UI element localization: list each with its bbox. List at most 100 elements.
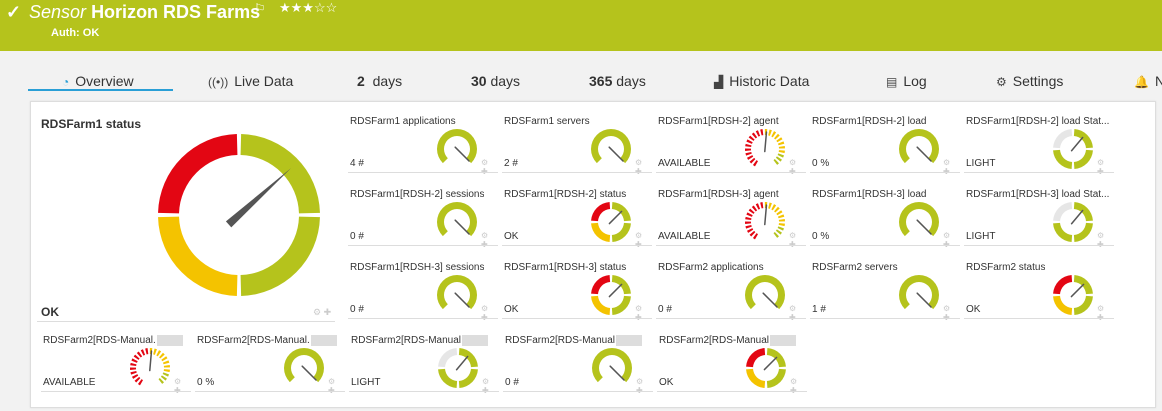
small-gauge <box>591 202 631 242</box>
gauge-tile-value: 0 # <box>658 304 672 315</box>
tab-2-days[interactable]: 2 days <box>357 73 402 89</box>
gauge-tile-value: 1 # <box>812 304 826 315</box>
main-gauge-tools-icon[interactable]: ⚙ ✚ <box>313 307 331 318</box>
gauge-tile-tools-icon[interactable]: ⚙ ✚ <box>481 231 493 249</box>
gauge-tile-label: RDSFarm2 applications <box>658 262 764 273</box>
gauge-tile-tools-icon[interactable]: ⚙ ✚ <box>635 231 647 249</box>
main-gauge-title: RDSFarm1 status <box>41 117 142 131</box>
gauge-tile[interactable]: RDSFarm1[RDSH-3] sessions 0 # ⚙ ✚ <box>348 262 498 322</box>
small-gauge <box>437 275 477 310</box>
tab-log[interactable]: ▤ Log <box>886 73 927 89</box>
gauge-tile[interactable]: RDSFarm1[RDSH-2] agent AVAILABLE ⚙ ✚ <box>656 116 806 176</box>
tab-notifications[interactable]: 🔔 N <box>1134 73 1162 89</box>
sensor-title: Sensor Horizon RDS Farms <box>29 2 261 22</box>
gauge-tile-label-text: RDSFarm1[RDSH-3] status <box>504 262 627 273</box>
gauge-tile-label-text: RDSFarm1[RDSH-3] load <box>812 189 927 200</box>
bell-icon: 🔔 <box>1134 75 1149 89</box>
gauge-tile-divider <box>502 318 652 319</box>
small-gauge <box>745 129 785 167</box>
gauge-tile-tools-icon[interactable]: ⚙ ✚ <box>943 231 955 249</box>
main-gauge-divider <box>37 321 335 322</box>
gauge-tile[interactable]: RDSFarm2[RDS-Manual LIGHT ⚙ ✚ <box>349 335 499 395</box>
priority-stars[interactable]: ★★★☆☆ <box>279 0 337 16</box>
gauge-tile-divider <box>348 318 498 319</box>
gauge-tile-value: LIGHT <box>351 377 381 388</box>
gauge-tile-divider <box>502 172 652 173</box>
small-gauge <box>899 129 939 164</box>
gauge-tile-tools-icon[interactable]: ⚙ ✚ <box>1097 158 1109 176</box>
gauge-tile-tools-icon[interactable]: ⚙ ✚ <box>635 158 647 176</box>
gauge-tile[interactable]: RDSFarm1[RDSH-2] status OK ⚙ ✚ <box>502 189 652 249</box>
gauge-tile-value: 0 # <box>350 304 364 315</box>
gauge-tile-divider <box>503 391 653 392</box>
gauge-tile-tools-icon[interactable]: ⚙ ✚ <box>1097 231 1109 249</box>
tab-settings[interactable]: ⚙ Settings <box>996 73 1063 89</box>
small-gauge <box>591 275 631 315</box>
main-status-gauge[interactable] <box>157 133 321 297</box>
gauge-tile-tools-icon[interactable]: ⚙ ✚ <box>943 304 955 322</box>
gauge-tile-tools-icon[interactable]: ⚙ ✚ <box>943 158 955 176</box>
small-gauge <box>284 348 324 383</box>
gauge-tile-label-text: RDSFarm1[RDSH-2] agent <box>658 116 779 127</box>
gauge-tile-tools-icon[interactable]: ⚙ ✚ <box>790 377 802 395</box>
gauge-tile-tools-icon[interactable]: ⚙ ✚ <box>174 377 186 395</box>
gauge-tile[interactable]: RDSFarm2[RDS-Manual. 0 % ⚙ ✚ <box>195 335 345 395</box>
gauge-tile-tools-icon[interactable]: ⚙ ✚ <box>789 231 801 249</box>
gauge-tile-value: AVAILABLE <box>658 158 711 169</box>
gauge-tile[interactable]: RDSFarm1 servers 2 # ⚙ ✚ <box>502 116 652 176</box>
gauge-tile-label-text: RDSFarm1[RDSH-2] status <box>504 189 627 200</box>
gauge-tile-divider <box>964 318 1114 319</box>
small-gauge <box>899 202 939 237</box>
gauge-tile-value: LIGHT <box>966 158 996 169</box>
gauge-tile[interactable]: RDSFarm1 applications 4 # ⚙ ✚ <box>348 116 498 176</box>
gauge-tile[interactable]: RDSFarm2 applications 0 # ⚙ ✚ <box>656 262 806 322</box>
gauge-tile-label: RDSFarm1[RDSH-3] agent <box>658 189 779 200</box>
gauge-tile-tools-icon[interactable]: ⚙ ✚ <box>481 158 493 176</box>
gauge-tile-label: RDSFarm2 status <box>966 262 1045 273</box>
tab-30-days[interactable]: 30 days <box>471 73 520 89</box>
gauge-tile-divider <box>502 245 652 246</box>
gauge-tile[interactable]: RDSFarm1[RDSH-3] load Stat... LIGHT ⚙ ✚ <box>964 189 1114 249</box>
gauge-tile-label-text: RDSFarm2 servers <box>812 262 898 273</box>
small-gauge <box>437 129 477 164</box>
chart-icon: ▟ <box>714 75 724 89</box>
gauge-tile-label: RDSFarm1[RDSH-3] sessions <box>350 262 484 273</box>
gauge-tile[interactable]: RDSFarm2[RDS-Manual OK ⚙ ✚ <box>657 335 807 395</box>
gauge-tile-label: RDSFarm1[RDSH-2] sessions <box>350 189 484 200</box>
gauge-tile-label-text: RDSFarm1[RDSH-2] load <box>812 116 927 127</box>
gauge-tile[interactable]: RDSFarm1[RDSH-2] sessions 0 # ⚙ ✚ <box>348 189 498 249</box>
gauge-tile[interactable]: RDSFarm2 servers 1 # ⚙ ✚ <box>810 262 960 322</box>
gauge-tile-label-text: RDSFarm1 servers <box>504 116 590 127</box>
gauge-tile[interactable]: RDSFarm2[RDS-Manual. AVAILABLE ⚙ ✚ <box>41 335 191 395</box>
gauge-tile-divider <box>656 172 806 173</box>
tab-live-data[interactable]: ((•)) Live Data <box>208 73 293 89</box>
gauge-tile-tools-icon[interactable]: ⚙ ✚ <box>482 377 494 395</box>
gauge-tile-tools-icon[interactable]: ⚙ ✚ <box>481 304 493 322</box>
gauge-tile-value: 0 # <box>505 377 519 388</box>
gauge-tile-tools-icon[interactable]: ⚙ ✚ <box>636 377 648 395</box>
gauge-tile[interactable]: RDSFarm1[RDSH-2] load 0 % ⚙ ✚ <box>810 116 960 176</box>
gauge-tile-tools-icon[interactable]: ⚙ ✚ <box>635 304 647 322</box>
gauge-tile-label-text: RDSFarm2[RDS-Manual. <box>197 335 310 347</box>
gauge-tile-tools-icon[interactable]: ⚙ ✚ <box>328 377 340 395</box>
gauge-tile[interactable]: RDSFarm1[RDSH-3] agent AVAILABLE ⚙ ✚ <box>656 189 806 249</box>
gauge-tile[interactable]: RDSFarm1[RDSH-3] status OK ⚙ ✚ <box>502 262 652 322</box>
gauge-tile-label-text: RDSFarm1[RDSH-3] agent <box>658 189 779 200</box>
gauge-tile-tools-icon[interactable]: ⚙ ✚ <box>1097 304 1109 322</box>
redacted-text <box>156 335 183 346</box>
small-gauge <box>1053 202 1093 242</box>
gauge-tile-label-text: RDSFarm1 applications <box>350 116 456 127</box>
gauge-tile-tools-icon[interactable]: ⚙ ✚ <box>789 304 801 322</box>
gauge-tile[interactable]: RDSFarm2[RDS-Manual 0 # ⚙ ✚ <box>503 335 653 395</box>
gauge-tile[interactable]: RDSFarm2 status OK ⚙ ✚ <box>964 262 1114 322</box>
gauge-tile-label-text: RDSFarm2[RDS-Manual. <box>43 335 156 347</box>
flag-icon[interactable]: ⚐ <box>254 1 266 17</box>
gauge-tile[interactable]: RDSFarm1[RDSH-2] load Stat... LIGHT ⚙ ✚ <box>964 116 1114 176</box>
tab-historic-data[interactable]: ▟ Historic Data <box>714 73 809 89</box>
tab-365-days[interactable]: 365 days <box>589 73 646 89</box>
gauge-tile-tools-icon[interactable]: ⚙ ✚ <box>789 158 801 176</box>
gauge-tile-divider <box>810 245 960 246</box>
gauge-tile[interactable]: RDSFarm1[RDSH-3] load 0 % ⚙ ✚ <box>810 189 960 249</box>
gauge-tile-value: OK <box>659 377 674 388</box>
tab-overview[interactable]: ◔ Overview <box>62 73 134 89</box>
